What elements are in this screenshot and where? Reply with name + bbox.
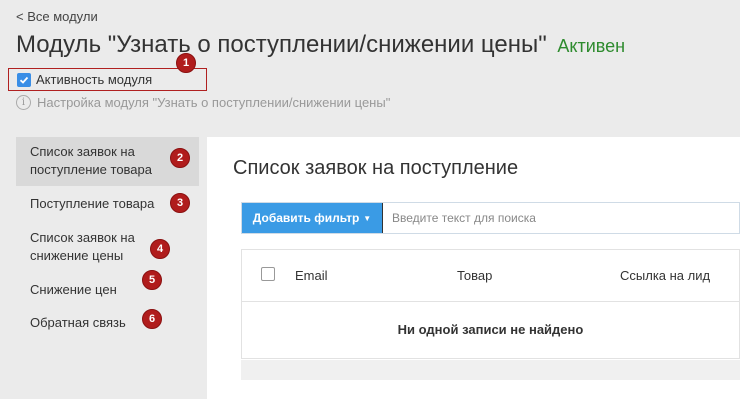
search-input[interactable] [382,203,739,233]
table-footer [241,360,740,380]
callout-badge-6: 6 [142,309,162,329]
column-email[interactable]: Email [295,268,328,283]
sidebar: Список заявок на поступление товара Пост… [16,137,199,338]
main-content: Список заявок на поступление Добавить фи… [207,137,740,399]
page-title: Модуль "Узнать о поступлении/снижении це… [16,30,625,61]
column-product[interactable]: Товар [457,268,492,283]
sidebar-item-price-drop-requests[interactable]: Список заявок на снижение цены [16,223,156,271]
column-lead-link[interactable]: Ссылка на лид [620,268,710,283]
settings-text: Настройка модуля "Узнать о поступлении/с… [37,95,391,110]
sidebar-item-label: Обратная связь [30,315,126,330]
sidebar-item-feedback[interactable]: Обратная связь [16,308,199,338]
select-all-checkbox[interactable] [261,267,275,281]
back-link[interactable]: < Все модули [16,9,98,24]
callout-badge-1: 1 [176,53,196,73]
settings-link[interactable]: i Настройка модуля "Узнать о поступлении… [16,95,390,110]
callout-badge-4: 4 [150,239,170,259]
module-title: Модуль "Узнать о поступлении/снижении це… [16,31,547,58]
callout-badge-2: 2 [170,148,190,168]
sidebar-item-label: Снижение цен [30,282,117,297]
filter-bar: Добавить фильтр ▼ [241,202,740,234]
info-icon: i [16,95,31,110]
requests-table: Email Товар Ссылка на лид Ни одной запис… [241,249,740,359]
empty-message: Ни одной записи не найдено [397,322,584,337]
activity-label: Активность модуля [36,72,153,87]
add-filter-label: Добавить фильтр [252,211,360,225]
add-filter-button[interactable]: Добавить фильтр ▼ [242,203,382,233]
callout-badge-5: 5 [142,270,162,290]
status-badge: Активен [557,36,626,56]
content-title: Список заявок на поступление [233,157,519,179]
sidebar-item-label: Поступление товара [30,196,155,211]
callout-badge-3: 3 [170,193,190,213]
table-header: Email Товар Ссылка на лид [242,250,739,302]
sidebar-item-label: Список заявок на снижение цены [30,230,135,263]
sidebar-item-price-drop[interactable]: Снижение цен [16,275,199,305]
activity-checkbox-row[interactable]: Активность модуля [8,68,207,91]
checkbox-checked-icon[interactable] [17,72,31,87]
sidebar-item-label: Список заявок на поступление товара [30,144,152,177]
caret-down-icon: ▼ [363,213,372,223]
